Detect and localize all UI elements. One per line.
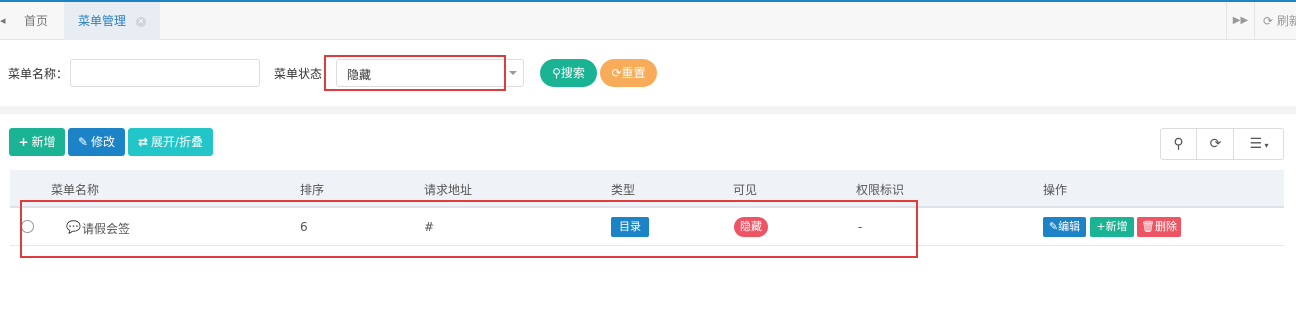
list-icon: ☰ (1249, 136, 1262, 152)
expand-collapse-label: 展开/折叠 (151, 135, 204, 149)
add-button-label: 新增 (31, 135, 56, 149)
row-order: 6 (300, 220, 308, 234)
plus-icon: + (1096, 220, 1106, 233)
chevron-down-icon (509, 71, 517, 75)
search-button[interactable]: ⚲搜索 (540, 59, 597, 87)
menu-name-label: 菜单名称： (8, 67, 69, 81)
row-add-label: 新增 (1105, 220, 1128, 233)
menu-status-select[interactable]: 隐藏 (336, 59, 524, 87)
edit-icon: ✎ (77, 135, 89, 149)
table-header: 菜单名称 排序 请求地址 类型 可见 权限标识 操作 (10, 170, 1284, 208)
type-badge: 目录 (611, 217, 649, 237)
tab-refresh-label: 刷新 (1276, 14, 1296, 28)
columns-toggle-button[interactable]: ☰ ▾ (1235, 129, 1283, 159)
search-icon: ⚲ (552, 66, 561, 80)
tab-refresh-button[interactable]: ⟳ 刷新 (1254, 2, 1296, 40)
refresh-icon[interactable]: ⟳ (1198, 129, 1234, 159)
column-header-perms: 权限标识 (856, 183, 905, 197)
exchange-icon: ⇄ (137, 135, 148, 149)
plus-icon: + (18, 135, 29, 149)
add-button[interactable]: + 新增 (9, 128, 65, 156)
column-header-type: 类型 (611, 183, 636, 197)
menu-status-label: 菜单状态： (274, 67, 335, 81)
column-header-name: 菜单名称 (51, 183, 100, 197)
double-chevron-right-icon[interactable]: ▶▶ (1226, 2, 1254, 40)
search-icon[interactable]: ⚲ (1161, 129, 1197, 159)
chevron-left-icon[interactable]: ◂ (0, 14, 6, 27)
row-url: # (424, 220, 435, 234)
visible-badge: 隐藏 (734, 217, 768, 237)
chevron-down-icon: ▾ (1262, 141, 1269, 150)
refresh-icon: ⟳ (1263, 14, 1274, 28)
close-circle-icon[interactable]: ✕ (135, 16, 146, 27)
row-add-button[interactable]: +新增 (1090, 217, 1134, 237)
trash-icon: 🗑 (1141, 220, 1155, 233)
row-delete-label: 删除 (1154, 220, 1177, 233)
row-name: 请假会签 (82, 222, 131, 236)
reset-button-label: 重置 (621, 66, 646, 80)
section-divider (0, 106, 1296, 114)
table-tools: ⚲ ⟳ ☰ ▾ (1160, 128, 1284, 160)
row-select-radio[interactable] (21, 220, 34, 233)
tab-home[interactable]: 首页 (12, 2, 64, 40)
row-perms: - (858, 220, 863, 234)
comment-icon: 💬 (66, 220, 81, 234)
tab-menu-management[interactable]: 菜单管理 ✕ (64, 2, 160, 40)
edit-button-label: 修改 (91, 135, 116, 149)
column-header-url: 请求地址 (424, 183, 473, 197)
menu-name-input[interactable] (70, 59, 260, 87)
tab-home-label: 首页 (24, 14, 49, 28)
row-delete-button[interactable]: 🗑删除 (1137, 217, 1181, 237)
column-header-visible: 可见 (733, 183, 758, 197)
tab-bar: ◂ 首页 菜单管理 ✕ ▶▶ ⟳ 刷新 (0, 2, 1296, 40)
tab-menu-management-label: 菜单管理 (78, 14, 127, 28)
search-panel: 菜单名称： 菜单状态： 隐藏 ⚲搜索 ⟳重置 (0, 40, 1296, 106)
edit-icon: ✎ (1048, 220, 1059, 233)
select-divider (504, 66, 505, 82)
row-edit-label: 编辑 (1058, 220, 1081, 233)
search-button-label: 搜索 (560, 66, 585, 80)
column-header-actions: 操作 (1043, 183, 1068, 197)
expand-collapse-button[interactable]: ⇄ 展开/折叠 (128, 128, 213, 156)
table-row: 💬 请假会签 6 # 目录 隐藏 - ✎编辑 +新增 🗑删除 (10, 208, 1284, 246)
reset-button[interactable]: ⟳重置 (600, 59, 657, 87)
menu-status-value: 隐藏 (347, 68, 372, 82)
refresh-icon: ⟳ (611, 66, 622, 80)
edit-button[interactable]: ✎ 修改 (68, 128, 125, 156)
column-header-order: 排序 (300, 183, 325, 197)
row-edit-button[interactable]: ✎编辑 (1043, 217, 1086, 237)
